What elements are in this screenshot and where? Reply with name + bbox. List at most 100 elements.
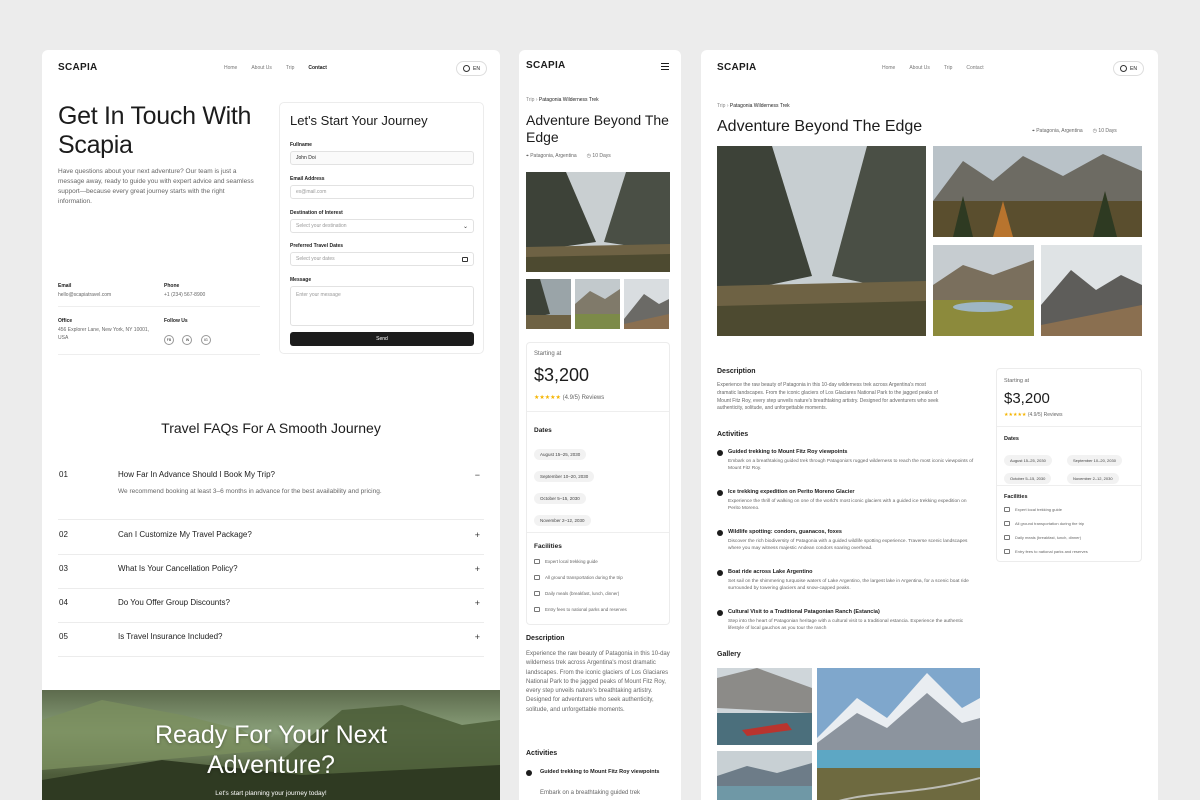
destination-placeholder: Select your destination <box>296 223 347 229</box>
logo[interactable]: SCAPIA <box>717 62 757 73</box>
facility-text: Entry fees to national parks and reserve… <box>1015 549 1088 554</box>
gallery-image[interactable] <box>1041 245 1142 336</box>
breadcrumb: Trip › Patagonia Wilderness Trek <box>526 97 599 103</box>
faq-item[interactable]: 03 What Is Your Cancellation Policy? + <box>58 564 484 589</box>
facility-text: Daily meals (breakfast, lunch, dinner) <box>545 591 620 596</box>
date-pill[interactable]: November 2–12, 2030 <box>1067 467 1119 485</box>
gallery-image[interactable] <box>717 668 812 745</box>
language-selector[interactable]: EN <box>1113 61 1144 76</box>
description-text: Experience the raw beauty of Patagonia i… <box>526 651 670 713</box>
nav-about[interactable]: About Us <box>251 65 272 71</box>
cta-heading-line1: Ready For Your Next <box>154 721 388 749</box>
bus-icon <box>1004 521 1010 526</box>
breadcrumb-current: Patagonia Wilderness Trek <box>729 103 790 109</box>
nav-home[interactable]: Home <box>882 65 895 71</box>
phone-value[interactable]: +1 (234) 567-8900 <box>164 292 259 300</box>
nav-trip[interactable]: Trip <box>944 65 952 71</box>
meal-icon <box>534 591 540 596</box>
date-pill[interactable]: August 15–25, 2030 <box>534 443 587 461</box>
dates-placeholder: Select your dates <box>296 256 335 262</box>
activity-item: Ice trekking expedition on Perito Moreno… <box>717 489 979 513</box>
date-pill[interactable]: August 15–25, 2030 <box>1004 449 1052 467</box>
language-selector[interactable]: EN <box>456 61 487 76</box>
send-button[interactable]: Send <box>290 332 474 346</box>
office-block: Office 456 Explorer Lane, New York, NY 1… <box>58 318 153 343</box>
facilities-label: Facilities <box>534 543 562 550</box>
dates-input[interactable]: Select your dates <box>290 252 474 266</box>
divider <box>58 354 260 355</box>
faq-item[interactable]: 01 How Far In Advance Should I Book My T… <box>58 470 484 520</box>
faq-question: What Is Your Cancellation Policy? <box>118 564 238 573</box>
date-pill[interactable]: October 5–15, 2030 <box>1004 467 1052 485</box>
rating: ★★★★★ (4.9/5) Reviews <box>534 394 604 403</box>
hero-image[interactable] <box>526 172 670 272</box>
menu-icon[interactable] <box>661 63 669 70</box>
logo[interactable]: SCAPIA <box>58 62 98 73</box>
location: Patagonia, Argentina <box>1036 128 1083 134</box>
duration: 10 Days <box>1098 128 1117 134</box>
hero-image[interactable] <box>717 146 926 336</box>
language-label: EN <box>473 65 480 72</box>
date-pill[interactable]: October 5–15, 2030 <box>534 487 586 505</box>
faq-item[interactable]: 05 Is Travel Insurance Included? + <box>58 632 484 657</box>
minus-icon[interactable]: − <box>475 470 480 480</box>
location: Patagonia, Argentina <box>530 153 577 159</box>
thumbnail-image[interactable] <box>624 279 669 329</box>
activity-desc: Discover the rich biodiversity of Patago… <box>728 539 968 552</box>
star-icon: ★★★★★ <box>1004 412 1027 418</box>
gallery-image[interactable] <box>717 751 812 800</box>
email-value[interactable]: hello@scapiatravel.com <box>58 292 153 300</box>
email-input[interactable]: ex@mail.com <box>290 185 474 199</box>
date-pill[interactable]: September 10–20, 2030 <box>534 465 595 483</box>
fullname-input[interactable]: John Doi <box>290 151 474 165</box>
date-pill-label: August 15–25, 2030 <box>1004 455 1052 466</box>
email-label: Email <box>58 283 72 289</box>
activity-item: Wildlife spotting: condors, guanacos, fo… <box>717 529 979 553</box>
nav-contact[interactable]: Contact <box>308 65 327 71</box>
nav-home[interactable]: Home <box>224 65 237 71</box>
date-pill-label: September 10–20, 2030 <box>1067 455 1122 466</box>
faq-number: 05 <box>59 632 68 641</box>
message-textarea[interactable]: Enter your message <box>290 286 474 326</box>
activity-title: Guided trekking to Mount Fitz Roy viewpo… <box>728 449 848 455</box>
rating-text: (4.9/5) Reviews <box>1027 412 1063 418</box>
facebook-icon[interactable]: FB <box>164 335 174 345</box>
plus-icon[interactable]: + <box>475 598 480 608</box>
facility-item: Entry fees to national parks and reserve… <box>1004 549 1088 554</box>
nav-contact[interactable]: Contact <box>966 65 983 71</box>
clock-icon: ◷ <box>586 153 592 159</box>
gallery-image[interactable] <box>933 245 1034 336</box>
meal-icon <box>1004 535 1010 540</box>
follow-block: Follow Us FB IN IG <box>164 318 259 346</box>
date-pill[interactable]: November 2–12, 2030 <box>534 509 591 527</box>
nav-about[interactable]: About Us <box>909 65 930 71</box>
trip-meta: ⌖ Patagonia, Argentina ◷ 10 Days <box>1032 128 1117 134</box>
location-pin-icon: ⌖ <box>1032 128 1035 134</box>
date-pill-label: September 10–20, 2030 <box>534 471 595 482</box>
gallery-image[interactable] <box>933 146 1142 237</box>
contact-form: Let's Start Your Journey Fullname John D… <box>279 102 484 354</box>
instagram-icon[interactable]: IG <box>200 335 211 345</box>
thumbnail-image[interactable] <box>526 279 571 329</box>
breadcrumb-trip[interactable]: Trip <box>526 97 534 103</box>
date-pill[interactable]: September 10–20, 2030 <box>1067 449 1122 467</box>
destination-select[interactable]: Select your destination ⌄ <box>290 219 474 233</box>
linkedin-icon[interactable]: IN <box>182 335 193 345</box>
faq-item[interactable]: 02 Can I Customize My Travel Package? + <box>58 530 484 555</box>
plus-icon[interactable]: + <box>475 530 480 540</box>
clock-icon: ◷ <box>1092 128 1098 134</box>
thumbnail-image[interactable] <box>575 279 620 329</box>
gallery-image[interactable] <box>817 668 980 800</box>
nav-trip[interactable]: Trip <box>286 65 294 71</box>
plus-icon[interactable]: + <box>475 564 480 574</box>
intro-text: Have questions about your next adventure… <box>58 168 254 206</box>
breadcrumb-trip[interactable]: Trip <box>717 103 725 109</box>
faq-item[interactable]: 04 Do You Offer Group Discounts? + <box>58 598 484 623</box>
language-label: EN <box>1130 65 1137 72</box>
dates-label: Dates <box>534 427 552 434</box>
activity-title: Cultural Visit to a Traditional Patagoni… <box>728 609 880 615</box>
logo[interactable]: SCAPIA <box>526 60 566 71</box>
plus-icon[interactable]: + <box>475 632 480 642</box>
globe-icon <box>1120 65 1127 72</box>
divider <box>58 306 260 307</box>
